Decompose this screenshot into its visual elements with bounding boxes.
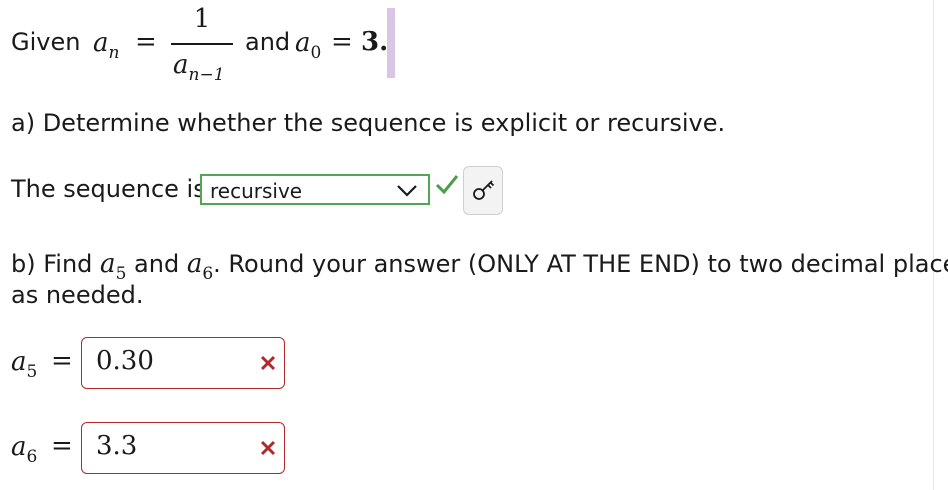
- part-a-question: a) Determine whether the sequence is exp…: [11, 109, 726, 137]
- close-icon: [260, 440, 276, 456]
- highlight-bar: [387, 8, 395, 78]
- fraction: 1 an−1: [169, 0, 235, 85]
- a6-input[interactable]: 3.3: [81, 422, 285, 474]
- initial-equals-sign: =: [331, 27, 353, 57]
- key-icon: [473, 180, 495, 200]
- given-statement: Given an = 1 an−1 and a0 = 3.: [11, 0, 395, 85]
- a6-answer-row: a6 = 3.3: [11, 422, 301, 474]
- a6-equals: =: [51, 431, 73, 461]
- key-button[interactable]: [463, 166, 503, 215]
- a5-symbol: a5: [100, 249, 127, 284]
- given-initial-var: a0: [295, 28, 322, 63]
- given-and: and: [245, 28, 291, 56]
- close-icon: [260, 355, 276, 371]
- a6-symbol: a6: [186, 249, 214, 284]
- fraction-bar: [171, 43, 233, 45]
- page-edge: [933, 0, 934, 490]
- given-lhs: an: [93, 28, 120, 63]
- fraction-denominator: an−1: [173, 50, 225, 85]
- a5-answer-row: a5 = 0.30: [11, 337, 301, 389]
- a5-equals: =: [51, 346, 73, 376]
- chevron-down-icon: [397, 185, 417, 197]
- fraction-numerator: 1: [193, 4, 211, 34]
- sequence-type-value: recursive: [210, 179, 303, 203]
- given-label: Given: [11, 28, 81, 56]
- sequence-type-select[interactable]: recursive: [200, 174, 430, 205]
- a5-value: 0.30: [96, 346, 154, 376]
- initial-value: 3.: [361, 27, 389, 57]
- a5-label: a5: [11, 347, 38, 382]
- a6-label: a6: [11, 432, 38, 467]
- part-b-question-cont: as needed.: [11, 281, 144, 309]
- equals-sign: =: [135, 27, 157, 57]
- a5-input[interactable]: 0.30: [81, 337, 285, 389]
- check-icon: [435, 175, 459, 195]
- sequence-label: The sequence is: [11, 175, 206, 203]
- a6-value: 3.3: [96, 431, 138, 461]
- part-b-question: b) Find a5 and a6. Round your answer (ON…: [11, 249, 948, 284]
